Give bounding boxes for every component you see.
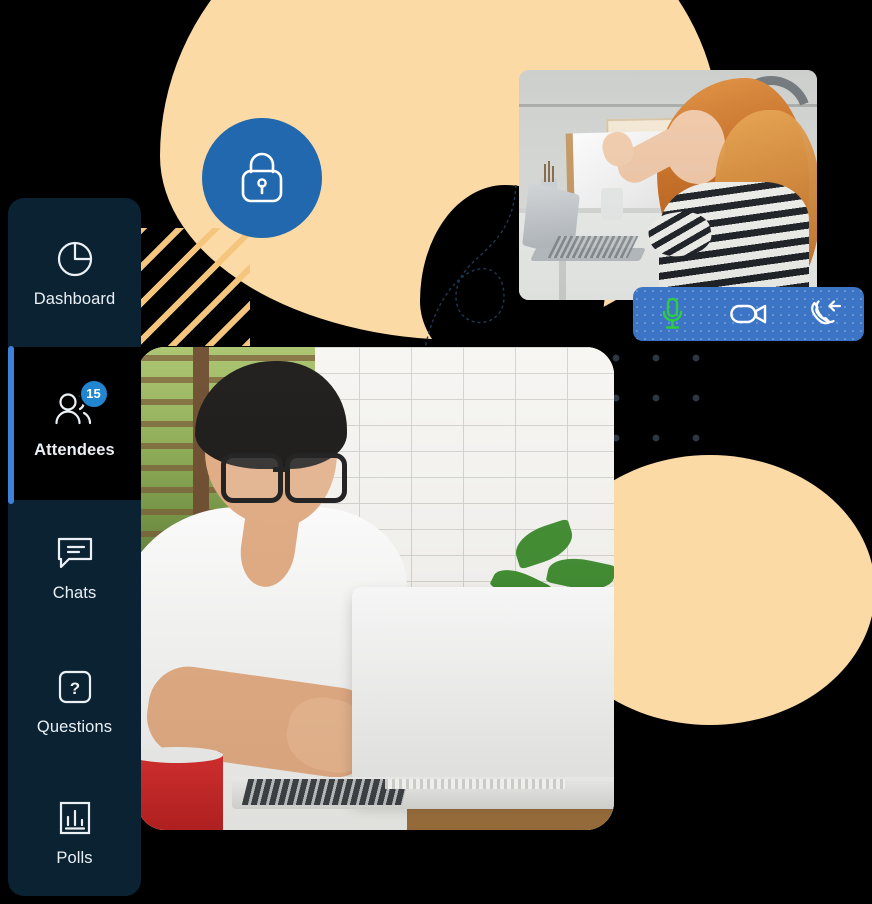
- hangup-button[interactable]: [798, 292, 854, 336]
- eyeglasses-icon: [221, 453, 347, 503]
- laptop-keyboard: [547, 236, 639, 258]
- laptop-keyboard: [241, 779, 409, 805]
- microphone-icon: [662, 297, 682, 329]
- attendees-count-badge: 15: [78, 378, 109, 409]
- sidebar-item-polls[interactable]: Polls: [8, 768, 141, 896]
- sidebar-item-attendees[interactable]: 15 Attendees: [8, 346, 141, 500]
- users-icon: 15: [52, 378, 109, 431]
- padlock-icon: [241, 152, 283, 203]
- webinar-navigation: Dashboard 15 Attendees Chats ? Questions…: [8, 198, 141, 896]
- question-box-icon: ?: [52, 666, 98, 708]
- participant-video-man[interactable]: [137, 347, 614, 830]
- sidebar-item-dashboard[interactable]: Dashboard: [8, 198, 141, 347]
- video-camera-icon: [729, 304, 766, 324]
- svg-text:?: ?: [69, 679, 79, 698]
- laptop-vent: [385, 779, 565, 789]
- sidebar-item-questions[interactable]: ? Questions: [8, 634, 141, 768]
- sidebar-item-label: Questions: [36, 718, 113, 737]
- sidebar-item-chats[interactable]: Chats: [8, 500, 141, 634]
- sidebar-item-label: Dashboard: [33, 289, 116, 308]
- chat-bubble-icon: [52, 532, 98, 574]
- diagonal-stripes-decoration: [132, 228, 250, 346]
- phone-forward-icon: [810, 300, 841, 325]
- microphone-button[interactable]: [644, 292, 700, 336]
- pie-chart-icon: [52, 238, 98, 280]
- laptop-lid: [352, 587, 614, 802]
- coffee-mug: [601, 188, 623, 220]
- call-controls: [633, 287, 864, 341]
- active-nav-indicator: [8, 346, 14, 504]
- webinar-hero-composition: Dashboard 15 Attendees Chats ? Questions…: [0, 0, 872, 904]
- sidebar-item-label: Chats: [52, 584, 97, 603]
- sidebar-item-label: Polls: [56, 849, 93, 868]
- pens: [543, 161, 557, 182]
- camera-button[interactable]: [721, 292, 777, 336]
- participant-video-woman[interactable]: [519, 70, 817, 300]
- bar-chart-box-icon: [52, 797, 98, 839]
- security-lock-badge[interactable]: [202, 118, 322, 238]
- sidebar-item-label: Attendees: [34, 440, 115, 459]
